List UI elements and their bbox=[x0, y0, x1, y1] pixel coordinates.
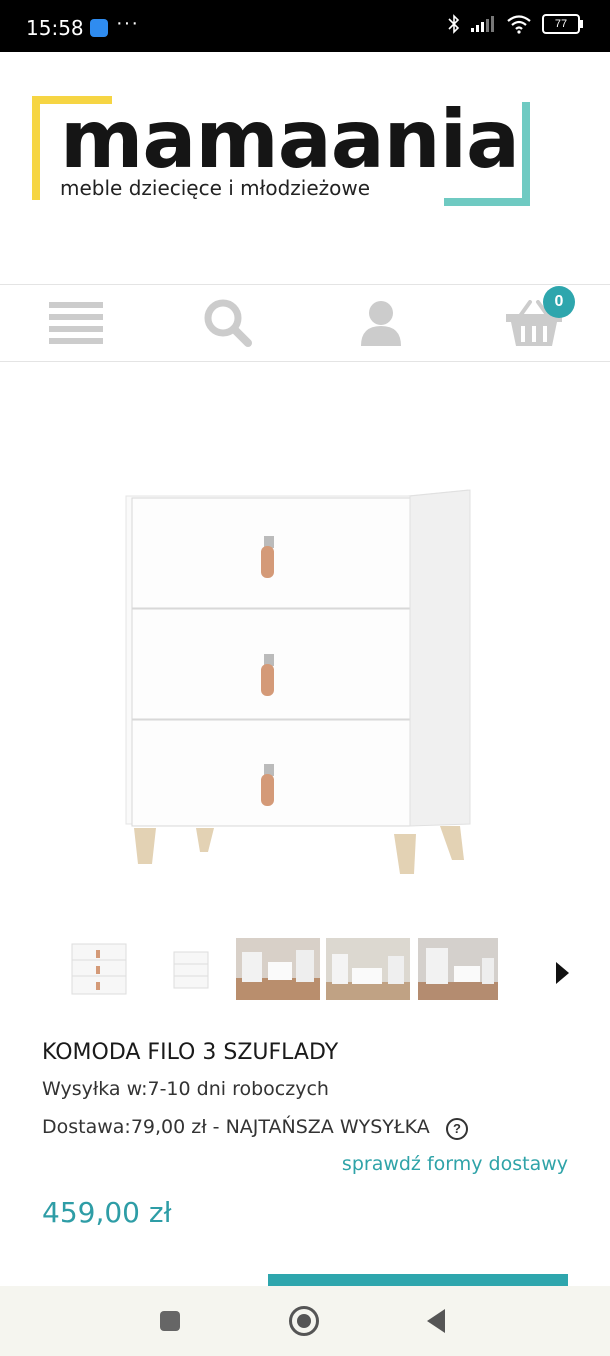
status-time: 15:58 bbox=[26, 16, 84, 40]
notification-app-icon bbox=[90, 19, 108, 37]
thumbnail-2[interactable] bbox=[164, 938, 224, 1000]
battery-icon: 77 bbox=[542, 14, 583, 34]
logo-tagline: meble dziecięce i młodzieżowe bbox=[60, 176, 371, 200]
home-icon[interactable] bbox=[289, 1306, 319, 1336]
menu-icon bbox=[49, 302, 103, 344]
status-bar: 15:58 ··· 77 bbox=[0, 0, 610, 52]
add-to-cart-button[interactable] bbox=[268, 1274, 568, 1286]
logo-name: mamaania bbox=[60, 93, 520, 186]
site-logo[interactable]: mamaania meble dziecięce i młodzieżowe bbox=[32, 96, 530, 206]
signal-icon bbox=[471, 16, 494, 32]
menu-button[interactable] bbox=[26, 285, 126, 361]
status-icons: 77 bbox=[448, 14, 583, 34]
thumbnail-3[interactable] bbox=[236, 938, 320, 1000]
user-icon bbox=[361, 301, 401, 346]
help-icon[interactable]: ? bbox=[446, 1118, 468, 1140]
wifi-icon bbox=[507, 15, 531, 34]
dresser-illustration bbox=[125, 489, 471, 874]
thumbnail-4[interactable] bbox=[326, 938, 410, 1000]
product-title: KOMODA FILO 3 SZUFLADY bbox=[42, 1040, 339, 1065]
search-button[interactable] bbox=[178, 285, 278, 361]
bluetooth-icon bbox=[448, 14, 460, 34]
delivery-cost: Dostawa:79,00 zł - NAJTAŃSZA WYSYŁKA bbox=[42, 1116, 430, 1138]
cart-count-badge: 0 bbox=[543, 286, 575, 318]
product-thumbnails bbox=[0, 938, 610, 1004]
account-button[interactable] bbox=[331, 285, 431, 361]
thumbnail-5[interactable] bbox=[418, 938, 498, 1000]
more-notifications-icon: ··· bbox=[116, 12, 139, 34]
header-nav bbox=[0, 284, 610, 362]
product-main-image[interactable] bbox=[118, 484, 480, 884]
next-thumbnail-arrow-icon[interactable] bbox=[556, 962, 569, 984]
recent-apps-icon[interactable] bbox=[160, 1311, 180, 1331]
shipping-time: Wysyłka w:7-10 dni roboczych bbox=[42, 1078, 329, 1100]
thumbnail-1[interactable] bbox=[64, 938, 136, 1000]
check-delivery-link[interactable]: sprawdź formy dostawy bbox=[342, 1153, 568, 1175]
search-icon bbox=[204, 299, 252, 347]
back-icon[interactable] bbox=[427, 1309, 445, 1333]
product-price: 459,00 zł bbox=[42, 1196, 172, 1229]
